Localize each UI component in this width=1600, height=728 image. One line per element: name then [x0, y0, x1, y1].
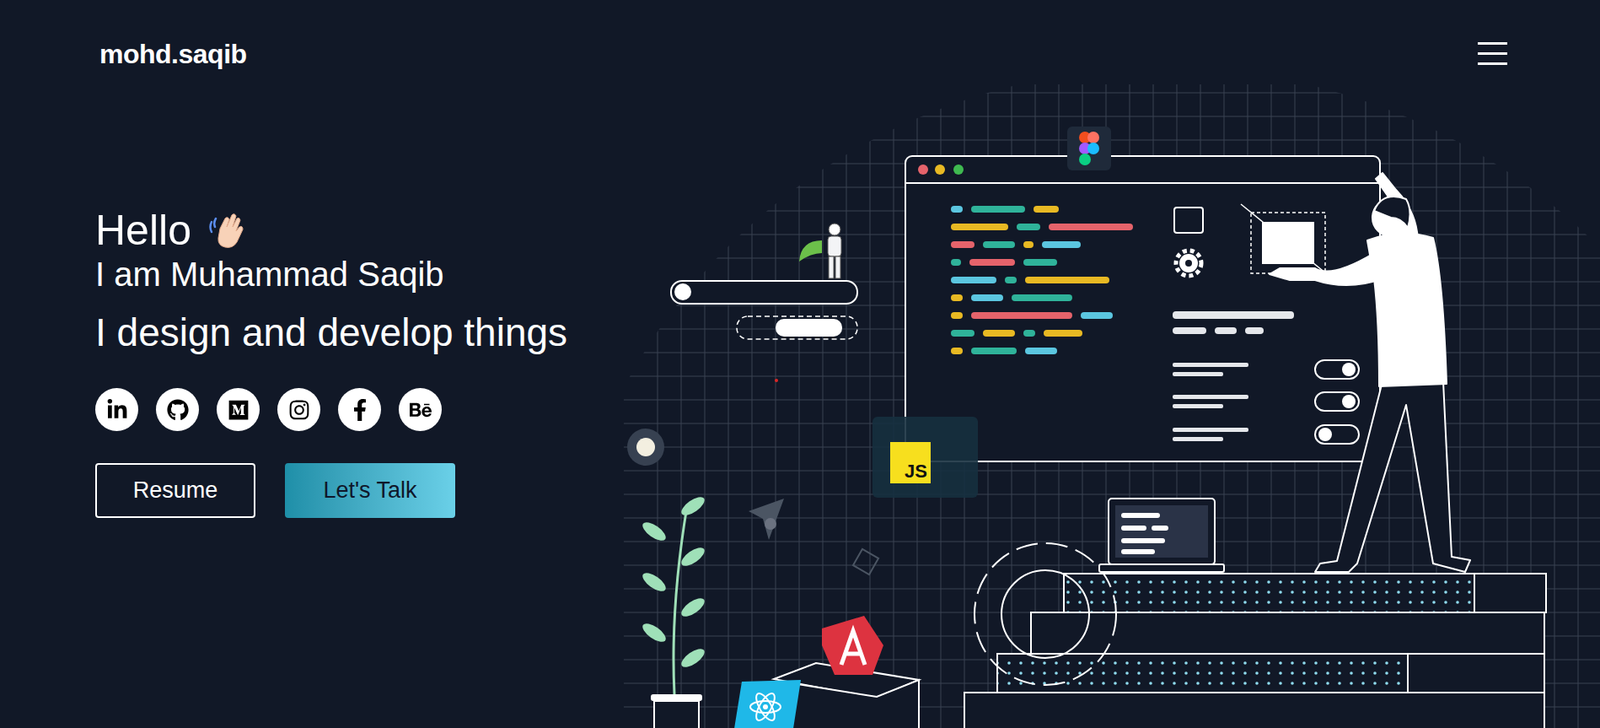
- toggle-switch: [1315, 424, 1359, 444]
- right-column: JS: [623, 0, 1600, 728]
- logo[interactable]: mohd.saqib: [99, 33, 247, 75]
- cog-icon: [974, 542, 1117, 685]
- dot: [774, 378, 779, 382]
- svg-text:JS: JS: [904, 460, 928, 482]
- linkedin-icon: [106, 398, 129, 421]
- hero-illustration: JS: [623, 84, 1600, 728]
- react-logo-icon: [733, 679, 801, 728]
- plant-icon: [639, 493, 708, 728]
- social-links: [95, 387, 624, 431]
- gear-icon: [1175, 250, 1202, 276]
- editor-window: [905, 155, 1380, 462]
- facebook-icon: [348, 398, 371, 421]
- open-box: [733, 615, 919, 728]
- left-column: mohd.saqib HelloI am Muhammad Saqib I desi…: [0, 0, 624, 728]
- instagram-icon: [288, 398, 311, 421]
- behance-icon: [409, 398, 432, 421]
- menu-icon: [1477, 42, 1508, 45]
- superhero-figure: [799, 223, 842, 279]
- lets-talk-button[interactable]: Let's Talk: [284, 462, 456, 518]
- social-link[interactable]: [216, 387, 260, 431]
- menu-button[interactable]: [1477, 42, 1508, 65]
- resume-button[interactable]: Resume: [95, 462, 256, 518]
- social-link[interactable]: [155, 387, 199, 431]
- hero-text: HelloI am Muhammad Saqib I design and dev…: [0, 107, 624, 518]
- diamond: [853, 548, 879, 575]
- social-link[interactable]: [277, 387, 321, 431]
- tagline: I design and develop things: [95, 309, 624, 356]
- person-figure: [1269, 172, 1471, 572]
- grid-background: [623, 84, 1600, 728]
- javascript-badge: JS: [872, 416, 978, 498]
- dashed-pill: [736, 316, 858, 339]
- angular-logo-icon: [821, 615, 884, 675]
- header: mohd.saqib: [0, 0, 624, 108]
- greeting: Hello: [95, 207, 624, 254]
- social-link[interactable]: [95, 387, 139, 431]
- toggle-switch: [1315, 391, 1359, 411]
- nav-bar: [623, 0, 1600, 85]
- figma-logo-icon: [1067, 126, 1112, 171]
- page: mohd.saqib HelloI am Muhammad Saqib I desi…: [0, 0, 1600, 728]
- ring-dot: [627, 428, 665, 466]
- social-link[interactable]: [398, 387, 442, 431]
- toggle-switch: [1315, 359, 1359, 379]
- slider-bar: [671, 280, 858, 304]
- paper-plane-icon: [748, 498, 784, 540]
- medium-icon: [227, 398, 250, 421]
- social-link[interactable]: [338, 387, 382, 431]
- github-icon: [166, 398, 189, 421]
- laptop-icon: [1099, 498, 1225, 572]
- stair-platform: [964, 573, 1547, 728]
- intro: I am Muhammad Saqib: [95, 253, 624, 295]
- action-buttons: Resume Let's Talk: [95, 462, 624, 518]
- waving-hand-icon: [206, 209, 249, 253]
